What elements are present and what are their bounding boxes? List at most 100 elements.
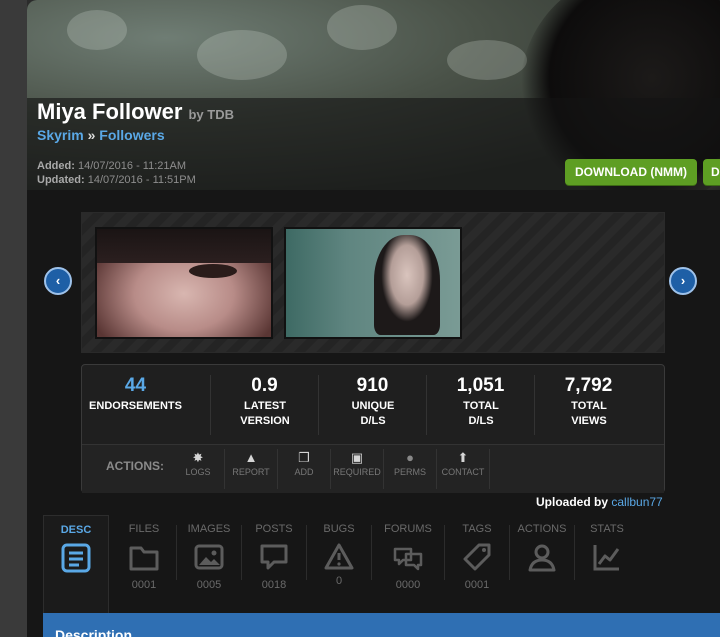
permissions-icon: ● — [406, 450, 414, 465]
mod-title-text: Miya Follower — [37, 99, 183, 124]
folder-icon — [128, 541, 160, 573]
actions-bar: ACTIONS: ✸ LOGS ▲ REPORT ❐ ADD ▣ REQUIRE… — [82, 444, 664, 493]
tab-bugs[interactable]: BUGS 0 — [308, 515, 370, 613]
warning-icon: ▲ — [244, 450, 258, 465]
mod-dates: Added: 14/07/2016 - 11:21AM Updated: 14/… — [37, 159, 196, 187]
stat-value[interactable]: 44 — [82, 375, 189, 397]
mod-tabs: DESC FILES 0001 IMAGES 0005 POSTS 0018 B… — [43, 515, 720, 616]
tag-icon — [461, 541, 493, 573]
uploader-link[interactable]: callbun77 — [611, 495, 662, 509]
tab-count: 0001 — [131, 579, 157, 591]
tab-divider — [509, 525, 510, 580]
thumbnail-hair — [97, 229, 271, 263]
stat-label: ENDORSEMENTS — [89, 400, 182, 412]
tab-posts[interactable]: POSTS 0018 — [243, 515, 305, 613]
gear-icon: ✸ — [192, 450, 204, 465]
breadcrumb-game[interactable]: Skyrim — [37, 127, 84, 143]
mod-title: Miya Follower by TDB — [37, 99, 234, 125]
tab-divider — [176, 525, 177, 580]
tab-divider — [574, 525, 575, 580]
tab-count: 0 — [335, 575, 343, 587]
stat-value: 910 — [356, 375, 389, 396]
stat-label: LATEST VERSION — [240, 400, 290, 427]
action-label: LOGS — [185, 467, 211, 477]
stat-endorsements: 44 ENDORSEMENTS — [82, 375, 189, 414]
thumbnail-eye — [189, 264, 237, 278]
tab-label: FORUMS — [384, 523, 432, 535]
carousel-next-button[interactable]: › — [669, 267, 697, 295]
speech-bubble-icon — [258, 541, 290, 573]
mod-stats: 44 ENDORSEMENTS 0.9 LATEST VERSION 910 U… — [81, 364, 665, 493]
tab-label: ACTIONS — [517, 523, 567, 535]
download-nmm-button[interactable]: DOWNLOAD (NMM) — [565, 159, 697, 185]
action-required[interactable]: ▣ REQUIRED — [331, 449, 384, 489]
document-icon — [60, 542, 92, 574]
action-label: REQUIRED — [333, 467, 381, 477]
stat-value: 7,792 — [564, 375, 613, 396]
updated-date: Updated: 14/07/2016 - 11:51PM — [37, 173, 196, 187]
tab-divider — [371, 525, 372, 580]
stat-total-views: 7,792 TOTAL VIEWS — [535, 375, 642, 429]
tab-label: IMAGES — [187, 523, 231, 535]
tab-label: STATS — [590, 523, 624, 535]
action-label: PERMS — [393, 467, 426, 477]
action-contact[interactable]: ⬆ CONTACT — [437, 449, 490, 489]
chat-bubbles-icon — [392, 541, 424, 573]
tab-forums[interactable]: FORUMS 0000 — [373, 515, 443, 613]
added-label: Added: — [37, 160, 75, 172]
carousel-prev-button[interactable]: ‹ — [44, 267, 72, 295]
tab-label: FILES — [128, 523, 160, 535]
user-icon — [526, 541, 558, 573]
stat-value: 1,051 — [456, 375, 505, 396]
updated-value: 14/07/2016 - 11:51PM — [87, 174, 196, 186]
stats-chart-icon — [591, 541, 623, 573]
tab-desc[interactable]: DESC — [43, 515, 109, 616]
main-panel: Miya Follower by TDB Skyrim » Followers A… — [27, 0, 720, 637]
chevron-right-icon: › — [680, 273, 686, 288]
thumbnail-figure — [374, 235, 440, 335]
mod-author: by TDB — [188, 107, 234, 122]
breadcrumb-separator: » — [87, 127, 96, 143]
carousel-thumbnail[interactable] — [95, 227, 273, 339]
stat-latest-version: 0.9 LATEST VERSION — [211, 375, 318, 429]
action-logs[interactable]: ✸ LOGS — [172, 449, 225, 489]
carousel-thumbnail[interactable] — [284, 227, 462, 339]
tab-label: TAGS — [462, 523, 492, 535]
image-icon — [193, 541, 225, 573]
section-header: Description — [43, 613, 720, 637]
tab-count: 0001 — [464, 579, 490, 591]
stat-label: UNIQUE D/LS — [351, 400, 395, 427]
stat-label: TOTAL VIEWS — [571, 400, 607, 427]
uploaded-by: Uploaded by callbun77 — [536, 495, 663, 509]
action-add[interactable]: ❐ ADD — [278, 449, 331, 489]
action-perms[interactable]: ● PERMS — [384, 449, 437, 489]
tab-label: POSTS — [255, 523, 293, 535]
tab-files[interactable]: FILES 0001 — [113, 515, 175, 613]
action-label: ADD — [294, 467, 314, 477]
image-carousel — [81, 212, 665, 353]
tab-tags[interactable]: TAGS 0001 — [446, 515, 508, 613]
mod-page: Miya Follower by TDB Skyrim » Followers A… — [0, 0, 720, 637]
added-value: 14/07/2016 - 11:21AM — [77, 160, 186, 172]
tab-images[interactable]: IMAGES 0005 — [178, 515, 240, 613]
chevron-left-icon: ‹ — [55, 273, 61, 288]
updated-label: Updated: — [37, 174, 85, 186]
breadcrumb-category[interactable]: Followers — [99, 127, 164, 143]
action-report[interactable]: ▲ REPORT — [225, 449, 278, 489]
tab-stats[interactable]: STATS — [576, 515, 638, 613]
banner-bokeh — [447, 40, 527, 80]
tab-divider — [444, 525, 445, 580]
action-label: CONTACT — [441, 467, 485, 477]
action-label: REPORT — [232, 467, 270, 477]
tab-count: 0005 — [196, 579, 222, 591]
tab-label: DESC — [60, 524, 92, 536]
actions-label: ACTIONS: — [106, 459, 164, 473]
banner-bokeh — [197, 30, 287, 80]
tab-count: 0000 — [395, 579, 421, 591]
tab-actions[interactable]: ACTIONS — [511, 515, 573, 613]
stat-unique-downloads: 910 UNIQUE D/LS — [319, 375, 426, 429]
download-manual-button[interactable]: D — [703, 159, 720, 185]
header-banner: Miya Follower by TDB Skyrim » Followers A… — [27, 0, 720, 190]
breadcrumb: Skyrim » Followers — [37, 127, 165, 143]
tab-divider — [306, 525, 307, 580]
